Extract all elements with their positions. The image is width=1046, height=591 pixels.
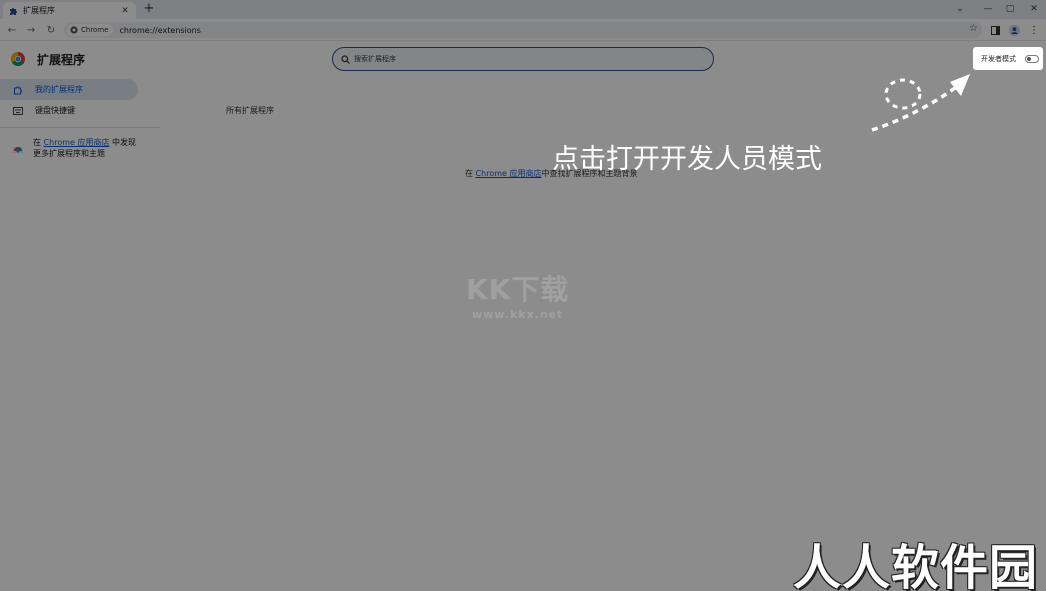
- callout-text: 点击打开开发人员模式: [552, 144, 822, 175]
- developer-mode-control[interactable]: 开发者模式: [973, 47, 1043, 70]
- watermark-sub: www.kkx.net: [471, 308, 564, 321]
- brand-watermark: 人人软件园: [793, 540, 1039, 591]
- developer-mode-toggle[interactable]: [1025, 55, 1039, 63]
- watermark-main: KK下载: [466, 273, 570, 306]
- dotted-arrow-icon: [871, 74, 970, 132]
- watermark: KK下载 www.kkx.net: [466, 268, 569, 321]
- developer-mode-label: 开发者模式: [981, 54, 1016, 63]
- toggle-knob: [1027, 57, 1031, 61]
